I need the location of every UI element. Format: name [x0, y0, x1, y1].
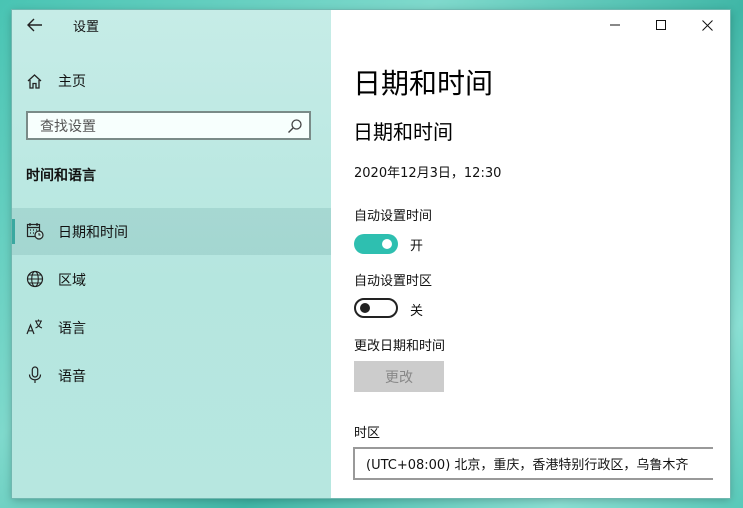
sidebar-item-label: 语音: [58, 368, 86, 385]
sidebar-item-label: 日期和时间: [58, 224, 128, 241]
microphone-icon: [28, 366, 42, 383]
section-heading: 时间和语言: [26, 168, 96, 184]
sidebar-item-label: 区域: [58, 272, 86, 289]
search-box[interactable]: [26, 111, 311, 140]
close-button[interactable]: [684, 10, 730, 40]
app-title: 设置: [73, 20, 100, 35]
minimize-icon: [610, 24, 620, 26]
sidebar-item-speech[interactable]: 语音: [12, 352, 331, 399]
timezone-value: (UTC+08:00) 北京，重庆，香港特别行政区，乌鲁木齐: [366, 458, 689, 473]
page-title: 日期和时间: [353, 67, 494, 100]
language-icon: [26, 319, 43, 335]
sidebar: 设置 主页 时间和语言 日期和时间: [12, 10, 331, 498]
auto-timezone-toggle[interactable]: [354, 298, 398, 318]
search-icon[interactable]: [287, 118, 303, 134]
search-input[interactable]: [38, 116, 282, 138]
sidebar-item-label: 语言: [58, 320, 86, 337]
section-title: 日期和时间: [353, 120, 453, 144]
main-content: 日期和时间 日期和时间 2020年12月3日，12:30 自动设置时间 开 自动…: [331, 10, 730, 498]
toggle-knob: [360, 303, 370, 313]
sidebar-item-region[interactable]: 区域: [12, 256, 331, 303]
timezone-label: 时区: [354, 426, 381, 441]
sidebar-item-date-time[interactable]: 日期和时间: [12, 208, 331, 255]
home-icon: [27, 73, 42, 89]
current-datetime: 2020年12月3日，12:30: [354, 166, 502, 181]
minimize-button[interactable]: [592, 10, 638, 40]
settings-window: 设置 主页 时间和语言 日期和时间: [12, 10, 730, 498]
auto-timezone-state: 关: [410, 304, 424, 319]
auto-time-state: 开: [410, 239, 424, 254]
close-icon: [701, 19, 713, 31]
back-button[interactable]: [24, 14, 46, 36]
maximize-icon: [656, 20, 666, 30]
sidebar-item-label: 主页: [58, 74, 86, 90]
globe-icon: [26, 270, 44, 288]
change-button[interactable]: 更改: [354, 361, 444, 392]
calendar-clock-icon: [26, 223, 44, 240]
auto-timezone-label: 自动设置时区: [354, 274, 433, 289]
maximize-button[interactable]: [638, 10, 684, 40]
sidebar-item-language[interactable]: 语言: [12, 304, 331, 351]
timezone-select[interactable]: (UTC+08:00) 北京，重庆，香港特别行政区，乌鲁木齐: [353, 447, 713, 480]
auto-time-label: 自动设置时间: [354, 209, 433, 224]
change-datetime-label: 更改日期和时间: [354, 339, 446, 354]
toggle-knob: [382, 239, 392, 249]
back-arrow-icon: [27, 18, 42, 32]
auto-time-toggle[interactable]: [354, 234, 398, 254]
sidebar-item-home[interactable]: 主页: [26, 70, 86, 92]
